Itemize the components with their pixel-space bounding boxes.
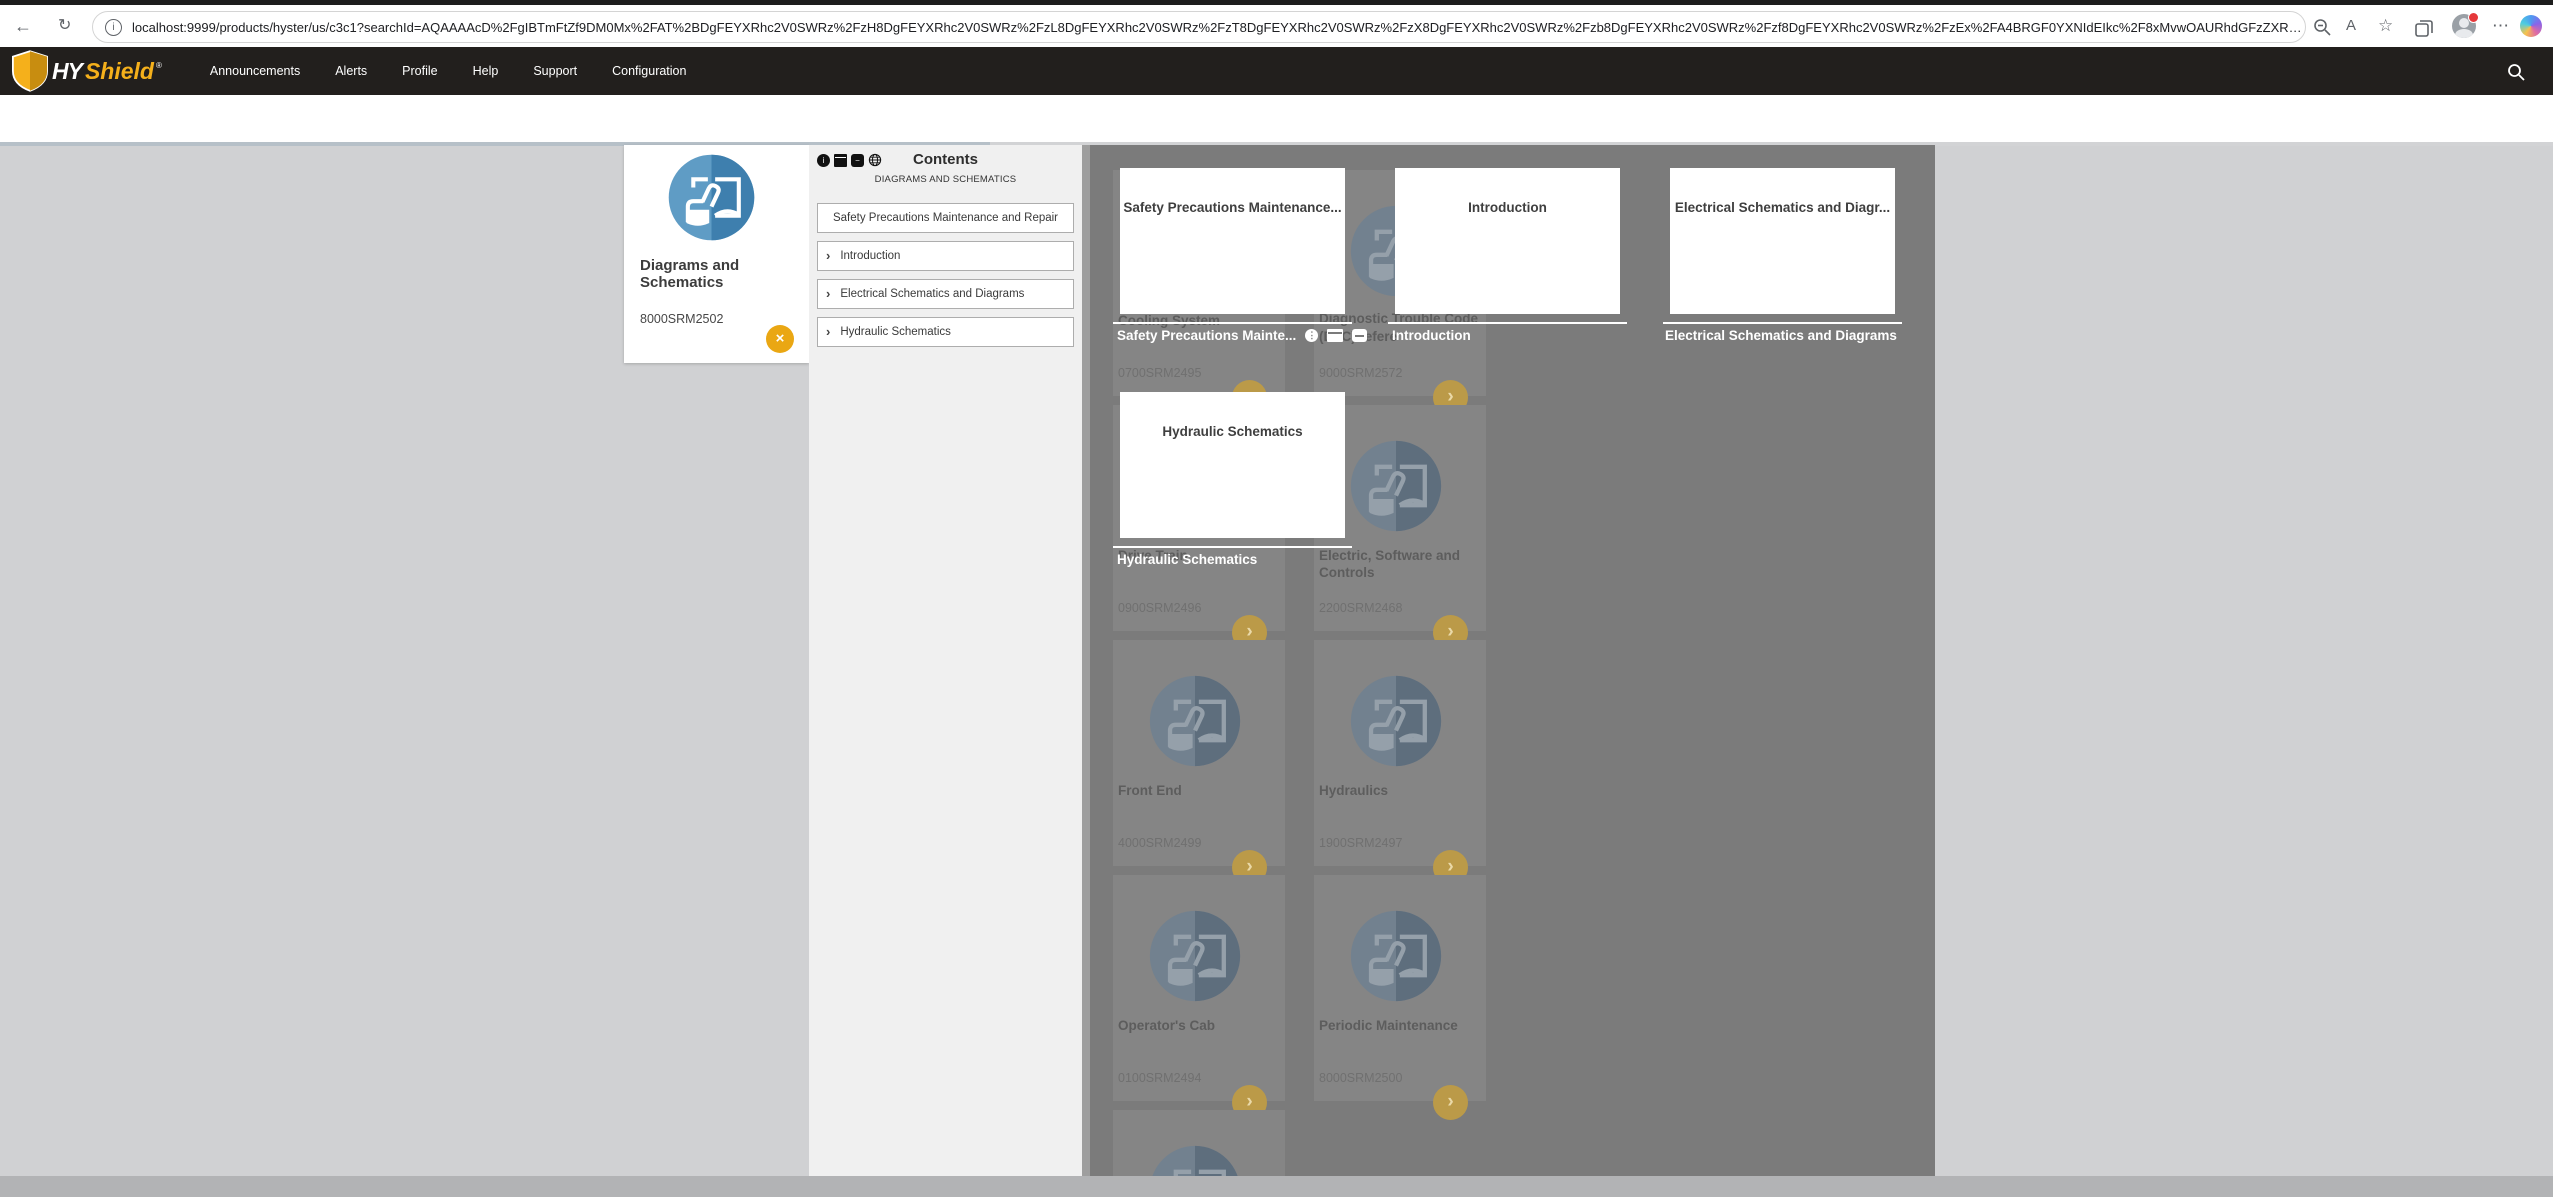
zoom-out-icon[interactable]: [2312, 17, 2332, 37]
toc-item-safety[interactable]: Safety Precautions Maintenance and Repai…: [817, 203, 1074, 233]
refresh-button[interactable]: ↻: [58, 5, 71, 47]
tab-bar: Home › Search Results C3C1: [0, 95, 2553, 142]
section-label-text: Hydraulic Schematics: [1117, 552, 1257, 567]
contents-subheading: DIAGRAMS AND SCHEMATICS: [809, 174, 1082, 185]
back-button[interactable]: ←: [14, 5, 32, 47]
card-underline: [1388, 322, 1627, 324]
dimmed-results-grid: Cooling System 0700SRM2495 › 9000SRM2572…: [1090, 145, 1935, 1176]
address-bar[interactable]: i localhost:9999/products/hyster/us/c3c1…: [92, 11, 2306, 43]
result-tile-operators-cab: Operator's Cab 0100SRM2494 ›: [1113, 875, 1285, 1101]
manual-book-icon: [1348, 908, 1444, 1004]
menu-help[interactable]: Help: [473, 64, 499, 78]
chevron-right-icon: ›: [826, 286, 830, 301]
tile-title: Periodic Maintenance: [1319, 1017, 1483, 1034]
menu-announcements[interactable]: Announcements: [210, 64, 300, 78]
section-label-introduction[interactable]: Introduction: [1392, 328, 1471, 343]
bottom-scroll-strip[interactable]: [0, 1176, 2553, 1197]
book-view-icon[interactable]: [1327, 329, 1343, 342]
menu-support[interactable]: Support: [533, 64, 577, 78]
tile-title: Front End: [1118, 782, 1282, 799]
section-label-text: Electrical Schematics and Diagrams: [1665, 328, 1897, 343]
notification-dot: [2468, 12, 2479, 23]
toc-label: Electrical Schematics and Diagrams: [840, 288, 1024, 300]
manual-book-icon: [1348, 673, 1444, 769]
toc-label: Hydraulic Schematics: [840, 326, 951, 338]
close-manual-button[interactable]: ×: [766, 325, 794, 353]
app-navbar: HY Shield ® Announcements Alerts Profile…: [0, 47, 2553, 95]
tile-code: 1900SRM2497: [1319, 836, 1402, 850]
tile-code: 8000SRM2500: [1319, 1071, 1402, 1085]
tile-title: Electric, Software and Controls: [1319, 547, 1483, 581]
hy-shield-logo[interactable]: HY Shield ®: [12, 50, 162, 92]
manual-book-icon: [1348, 438, 1444, 534]
manual-book-icon: [1147, 1143, 1243, 1176]
manual-code: 8000SRM2502: [640, 312, 723, 326]
manual-book-icon: [666, 152, 757, 243]
tile-code: 0700SRM2495: [1118, 366, 1201, 380]
manual-title: Diagrams and Schematics: [640, 257, 790, 291]
tile-title: Operator's Cab: [1118, 1017, 1282, 1034]
copilot-icon[interactable]: [2520, 15, 2542, 37]
tile-code: 9000SRM2572: [1319, 366, 1402, 380]
menu-profile[interactable]: Profile: [402, 64, 437, 78]
section-label-text: Introduction: [1392, 328, 1471, 343]
collapse-icon[interactable]: [1352, 329, 1367, 342]
result-tile-partial: [1113, 1110, 1285, 1176]
favorites-star-icon[interactable]: ☆: [2378, 5, 2393, 47]
card-underline: [1113, 322, 1352, 324]
logo-text-shield: Shield: [85, 58, 154, 85]
section-label-hydraulic[interactable]: Hydraulic Schematics: [1117, 552, 1257, 567]
tile-title: Hydraulics: [1319, 782, 1483, 799]
chevron-right-icon: ›: [826, 248, 830, 263]
contents-panel: i − Contents DIAGRAMS AND SCHEMATICS Saf…: [809, 145, 1090, 1176]
tile-title: Cooling System: [1118, 312, 1282, 329]
section-label-electrical[interactable]: Electrical Schematics and Diagrams: [1665, 328, 1897, 343]
toc-item-electrical[interactable]: › Electrical Schematics and Diagrams: [817, 279, 1074, 309]
logo-text-hy: HY: [52, 58, 82, 85]
result-tile-hydraulics: Hydraulics 1900SRM2497 ›: [1314, 640, 1486, 866]
browser-menu-icon[interactable]: ⋯: [2492, 5, 2509, 47]
info-icon[interactable]: ⋮: [1305, 329, 1318, 342]
manual-book-icon: [1147, 673, 1243, 769]
tile-code: 0100SRM2494: [1118, 1071, 1201, 1085]
section-card-introduction[interactable]: Introduction: [1395, 168, 1620, 314]
contents-scrollbar[interactable]: [1082, 145, 1090, 1176]
toc-label: Introduction: [840, 250, 900, 262]
menu-alerts[interactable]: Alerts: [335, 64, 367, 78]
result-tile-periodic-maintenance: Periodic Maintenance 8000SRM2500 ›: [1314, 875, 1486, 1101]
menu-configuration[interactable]: Configuration: [612, 64, 686, 78]
toc-label: Safety Precautions Maintenance and Repai…: [833, 212, 1058, 224]
section-card-electrical[interactable]: Electrical Schematics and Diagr...: [1670, 168, 1895, 314]
selected-manual-card: Diagrams and Schematics 8000SRM2502 ×: [624, 145, 809, 363]
search-icon[interactable]: [2506, 62, 2526, 82]
registered-mark: ®: [156, 61, 162, 70]
section-card-hydraulic[interactable]: Hydraulic Schematics: [1120, 392, 1345, 538]
shield-icon: [12, 50, 48, 92]
toc-item-hydraulic[interactable]: › Hydraulic Schematics: [817, 317, 1074, 347]
browser-toolbar: ← ↻ i localhost:9999/products/hyster/us/…: [0, 5, 2553, 48]
card-underline: [1113, 546, 1352, 548]
site-info-icon[interactable]: i: [105, 19, 122, 36]
chevron-right-icon: ›: [826, 324, 830, 339]
manual-book-icon: [1147, 908, 1243, 1004]
tile-code: 0900SRM2496: [1118, 601, 1201, 615]
main-menu: Announcements Alerts Profile Help Suppor…: [210, 64, 687, 78]
section-label-text: Safety Precautions Mainte...: [1117, 328, 1296, 343]
section-label-safety[interactable]: Safety Precautions Mainte... ⋮: [1117, 328, 1367, 343]
collections-icon[interactable]: [2414, 19, 2434, 39]
tile-code: 4000SRM2499: [1118, 836, 1201, 850]
card-underline: [1663, 322, 1902, 324]
url-text[interactable]: localhost:9999/products/hyster/us/c3c1?s…: [132, 20, 2305, 35]
open-manual-button[interactable]: ›: [1433, 1085, 1468, 1120]
contents-heading: Contents: [809, 151, 1082, 168]
section-card-safety[interactable]: Safety Precautions Maintenance...: [1120, 168, 1345, 314]
toc-item-introduction[interactable]: › Introduction: [817, 241, 1074, 271]
tile-code: 2200SRM2468: [1319, 601, 1402, 615]
read-aloud-button[interactable]: A: [2346, 5, 2356, 47]
result-tile-front-end: Front End 4000SRM2499 ›: [1113, 640, 1285, 866]
